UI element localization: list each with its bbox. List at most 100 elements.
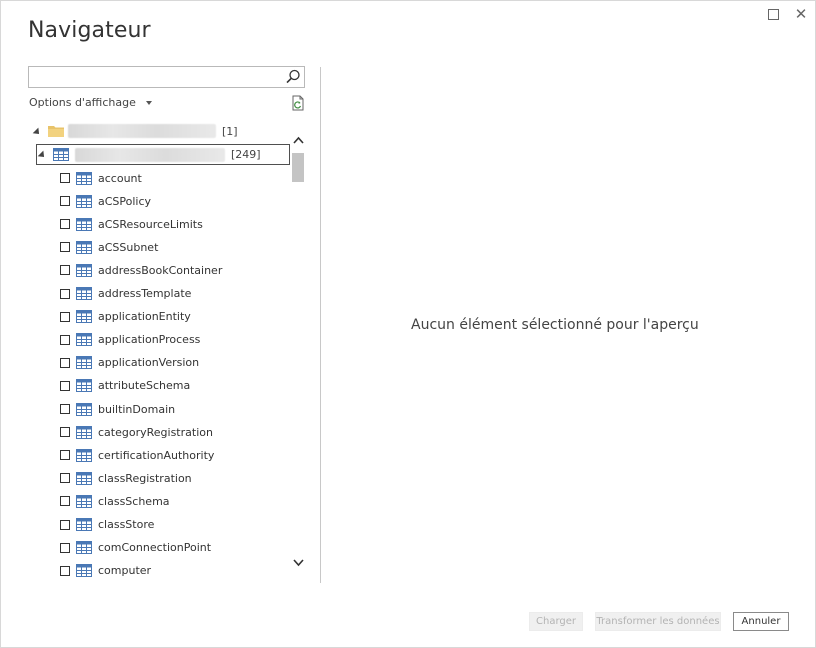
list-item[interactable]: aCSSubnet xyxy=(60,238,158,256)
list-item[interactable]: comConnectionPoint xyxy=(60,539,211,557)
pane-divider[interactable] xyxy=(320,67,321,583)
list-item[interactable]: builtinDomain xyxy=(60,400,175,418)
table-icon xyxy=(76,379,92,393)
list-item[interactable]: classStore xyxy=(60,516,154,534)
list-item-label: certificationAuthority xyxy=(98,448,215,462)
close-icon: ✕ xyxy=(794,5,808,23)
checkbox[interactable] xyxy=(60,311,70,322)
list-item[interactable]: aCSPolicy xyxy=(60,192,151,210)
navigator-tree: [1] [249] account aCSPolicy aCSResourceLim… xyxy=(28,119,290,585)
transform-data-button[interactable]: Transformer les données xyxy=(595,612,721,631)
checkbox[interactable] xyxy=(60,219,70,230)
checkbox[interactable] xyxy=(60,427,70,438)
list-item-label: applicationProcess xyxy=(98,333,201,347)
cancel-button[interactable]: Annuler xyxy=(733,612,789,631)
search-icon[interactable] xyxy=(284,68,302,86)
list-item[interactable]: classSchema xyxy=(60,492,170,510)
search-input[interactable] xyxy=(29,69,287,87)
search-box xyxy=(28,66,305,88)
table-icon xyxy=(76,240,92,254)
list-item-label: applicationEntity xyxy=(98,310,191,324)
close-button[interactable]: ✕ xyxy=(791,5,811,23)
list-item-label: aCSPolicy xyxy=(98,194,152,208)
checkbox[interactable] xyxy=(60,496,70,507)
list-item-label: categoryRegistration xyxy=(98,425,213,439)
scroll-down-icon[interactable] xyxy=(293,557,304,568)
table-icon xyxy=(76,564,92,578)
navigator-window: ✕ Navigateur Options d'affichage [1] [24… xyxy=(0,0,816,648)
list-item[interactable]: addressBookContainer xyxy=(60,261,222,279)
table-icon xyxy=(76,402,92,416)
display-options-label: Options d'affichage xyxy=(29,96,136,109)
item-count: [1] xyxy=(222,124,238,138)
table-icon xyxy=(76,171,92,185)
checkbox[interactable] xyxy=(60,196,70,207)
redacted-name xyxy=(68,124,216,138)
tree-scrollbar[interactable] xyxy=(290,131,307,579)
list-item-label: addressBookContainer xyxy=(98,263,223,277)
list-item-label: builtinDomain xyxy=(98,402,176,416)
table-icon xyxy=(76,263,92,277)
checkbox[interactable] xyxy=(60,242,70,253)
refresh-icon[interactable] xyxy=(290,95,306,111)
table-icon xyxy=(76,541,92,555)
preview-empty-message: Aucun élément sélectionné pour l'aperçu xyxy=(411,317,699,333)
checkbox[interactable] xyxy=(60,173,70,183)
table-icon xyxy=(76,194,92,208)
table-icon xyxy=(76,310,92,324)
table-icon xyxy=(76,518,92,531)
list-item[interactable]: categoryRegistration xyxy=(60,423,213,441)
display-options-dropdown[interactable]: Options d'affichage xyxy=(29,96,152,109)
list-item-label: classSchema xyxy=(98,494,170,508)
scrollbar-thumb[interactable] xyxy=(292,153,304,182)
checkbox[interactable] xyxy=(60,380,70,391)
checkbox[interactable] xyxy=(60,450,70,461)
expand-icon[interactable] xyxy=(32,127,42,137)
scroll-up-icon[interactable] xyxy=(293,135,304,146)
checkbox[interactable] xyxy=(60,565,70,576)
list-item-label: aCSResourceLimits xyxy=(98,217,203,231)
checkbox[interactable] xyxy=(60,542,70,553)
list-item-label: addressTemplate xyxy=(98,287,192,300)
list-item[interactable]: applicationVersion xyxy=(60,354,199,372)
list-item[interactable]: certificationAuthority xyxy=(60,446,214,464)
list-item[interactable]: aCSResourceLimits xyxy=(60,215,203,233)
list-item-label: aCSSubnet xyxy=(98,240,159,254)
table-icon xyxy=(76,356,92,370)
checkbox[interactable] xyxy=(60,404,70,414)
list-item[interactable]: account xyxy=(60,169,142,187)
checkbox[interactable] xyxy=(60,473,70,484)
tree-root-node[interactable]: [1] xyxy=(32,124,238,138)
table-icon xyxy=(76,287,92,300)
table-icon xyxy=(76,494,92,508)
list-item[interactable]: classRegistration xyxy=(60,469,192,487)
checkbox[interactable] xyxy=(60,265,70,276)
list-item-label: applicationVersion xyxy=(98,356,200,370)
table-icon xyxy=(76,217,92,231)
table-icon xyxy=(76,448,92,462)
checkbox[interactable] xyxy=(60,334,70,345)
expand-icon[interactable] xyxy=(37,150,47,160)
checkbox[interactable] xyxy=(60,357,70,368)
table-icon xyxy=(53,148,69,161)
list-item-label: comConnectionPoint xyxy=(98,541,212,555)
list-item-label: classStore xyxy=(98,518,155,531)
checkbox[interactable] xyxy=(60,288,70,299)
list-item[interactable]: computer xyxy=(60,562,151,580)
tree-child-node[interactable]: [249] xyxy=(36,144,290,165)
list-item-label: computer xyxy=(98,564,152,578)
redacted-name xyxy=(75,147,225,162)
folder-icon xyxy=(48,126,64,137)
list-item[interactable]: attributeSchema xyxy=(60,377,190,395)
list-item[interactable]: applicationEntity xyxy=(60,308,191,326)
table-icon xyxy=(76,425,92,439)
list-item-label: attributeSchema xyxy=(98,379,191,393)
table-icon xyxy=(76,471,92,485)
load-button[interactable]: Charger xyxy=(529,612,583,631)
list-item-label: account xyxy=(98,171,142,185)
item-count: [249] xyxy=(231,148,261,161)
maximize-button[interactable] xyxy=(763,5,783,23)
checkbox[interactable] xyxy=(60,519,70,530)
list-item[interactable]: applicationProcess xyxy=(60,331,200,349)
list-item[interactable]: addressTemplate xyxy=(60,285,191,303)
